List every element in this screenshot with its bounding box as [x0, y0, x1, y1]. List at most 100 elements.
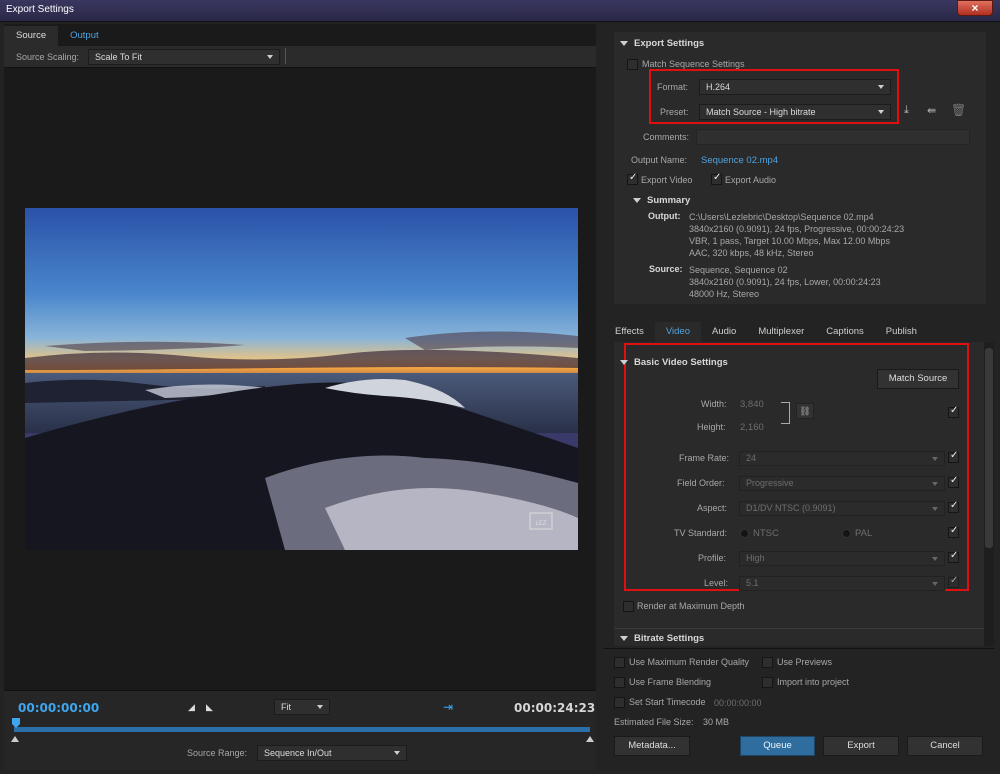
- field-order-checkbox[interactable]: [948, 475, 959, 488]
- match-sequence-checkbox[interactable]: [627, 59, 638, 70]
- collapse-triangle-icon: [620, 635, 628, 641]
- chevron-down-icon: [932, 557, 938, 561]
- watermark-text: LEZ: [535, 520, 546, 527]
- ntsc-radio[interactable]: [740, 529, 749, 538]
- frame-rate-checkbox[interactable]: [948, 450, 959, 463]
- aspect-value: D1/DV NTSC (0.9091): [746, 503, 836, 513]
- chevron-down-icon: [932, 507, 938, 511]
- export-audio-checkbox[interactable]: [711, 172, 722, 185]
- width-value[interactable]: 3,840: [740, 399, 764, 410]
- summary-source-line: Sequence, Sequence 02: [689, 265, 788, 275]
- settings-tabs: Effects Video Audio Multiplexer Captions Publ…: [604, 322, 928, 342]
- bitrate-settings-header[interactable]: Bitrate Settings: [620, 633, 704, 644]
- width-height-override-checkbox[interactable]: [948, 405, 959, 418]
- use-max-render-checkbox[interactable]: [614, 657, 625, 668]
- pal-radio[interactable]: [842, 529, 851, 538]
- chevron-down-icon: [267, 55, 273, 59]
- tab-multiplexer[interactable]: Multiplexer: [747, 322, 815, 342]
- tab-audio[interactable]: Audio: [701, 322, 747, 342]
- chevron-down-icon: [317, 705, 323, 709]
- format-select[interactable]: H.264: [699, 79, 891, 95]
- scrollbar-thumb[interactable]: [985, 348, 993, 548]
- tab-captions[interactable]: Captions: [815, 322, 875, 342]
- tab-effects[interactable]: Effects: [604, 322, 655, 342]
- chevron-down-icon: [932, 457, 938, 461]
- tab-output[interactable]: Output: [58, 26, 111, 46]
- profile-label: Profile:: [698, 553, 727, 563]
- level-select[interactable]: 5.1: [739, 576, 945, 591]
- cancel-button[interactable]: Cancel: [907, 736, 983, 756]
- height-value[interactable]: 2,160: [740, 422, 764, 433]
- profile-value: High: [746, 553, 765, 563]
- timeline-scrubber-track[interactable]: [14, 727, 590, 732]
- source-scaling-select[interactable]: Scale To Fit: [88, 49, 280, 65]
- basic-video-header[interactable]: Basic Video Settings: [620, 357, 728, 368]
- level-value: 5.1: [746, 578, 759, 588]
- estimated-size-value: 30 MB: [703, 717, 730, 727]
- source-range-select[interactable]: Sequence In/Out: [257, 745, 407, 761]
- tab-publish[interactable]: Publish: [875, 322, 928, 342]
- chevron-down-icon: [878, 85, 884, 89]
- in-point-marker[interactable]: [11, 736, 19, 742]
- close-button[interactable]: ×: [957, 0, 993, 16]
- fit-timeline-icon[interactable]: ⇥: [443, 700, 453, 714]
- export-button[interactable]: Export: [823, 736, 899, 756]
- queue-button[interactable]: Queue: [740, 736, 815, 756]
- level-label: Level:: [704, 578, 729, 588]
- save-preset-icon[interactable]: ⤓: [904, 104, 909, 117]
- use-previews-label: Use Previews: [777, 657, 833, 667]
- basic-video-header-label: Basic Video Settings: [634, 357, 728, 368]
- use-previews-checkbox[interactable]: [762, 657, 773, 668]
- import-preset-icon[interactable]: ⇚: [927, 104, 936, 117]
- use-frame-blending-checkbox[interactable]: [614, 677, 625, 688]
- frame-rate-label: Frame Rate:: [679, 453, 730, 463]
- collapse-triangle-icon: [620, 359, 628, 365]
- link-dimensions-icon[interactable]: ⛓: [796, 403, 814, 419]
- render-max-depth-checkbox[interactable]: [623, 601, 634, 612]
- import-into-project-checkbox[interactable]: [762, 677, 773, 688]
- format-label: Format:: [657, 82, 689, 92]
- divider: [604, 648, 994, 649]
- tab-video[interactable]: Video: [654, 322, 702, 342]
- metadata-button[interactable]: Metadata...: [614, 736, 690, 756]
- level-checkbox[interactable]: [948, 575, 959, 588]
- summary-header[interactable]: Summary: [633, 195, 690, 206]
- tab-source[interactable]: Source: [4, 26, 59, 46]
- out-point-marker[interactable]: [586, 736, 594, 742]
- title-bar: Export Settings: [0, 0, 1000, 22]
- field-order-select[interactable]: Progressive: [739, 476, 945, 491]
- comments-input[interactable]: [696, 129, 970, 145]
- set-start-timecode-checkbox[interactable]: [614, 697, 625, 708]
- export-video-checkbox[interactable]: [627, 172, 638, 185]
- width-label: Width:: [701, 399, 727, 409]
- summary-output-lines: C:\Users\Lezlebric\Desktop\Sequence 02.m…: [689, 211, 904, 259]
- profile-checkbox[interactable]: [948, 550, 959, 563]
- frame-rate-value: 24: [746, 453, 757, 463]
- tv-standard-checkbox[interactable]: [948, 525, 959, 538]
- render-max-depth-label: Render at Maximum Depth: [637, 601, 745, 611]
- export-settings-header-label: Export Settings: [634, 38, 705, 49]
- output-name-link[interactable]: Sequence 02.mp4: [701, 155, 778, 166]
- mark-in-icon[interactable]: ◢: [188, 702, 195, 713]
- start-timecode-value[interactable]: 00:00:00:00: [714, 698, 762, 708]
- delete-preset-icon[interactable]: 🗑: [951, 103, 966, 117]
- export-settings-header[interactable]: Export Settings: [620, 38, 704, 49]
- mark-out-icon[interactable]: ◣: [206, 702, 213, 713]
- profile-select[interactable]: High: [739, 551, 945, 566]
- frame-rate-select[interactable]: 24: [739, 451, 945, 466]
- end-timecode: 00:00:24:23: [514, 701, 596, 715]
- summary-output-label: Output:: [648, 211, 681, 221]
- summary-header-label: Summary: [647, 195, 691, 206]
- match-source-button[interactable]: Match Source: [877, 369, 959, 389]
- preset-select[interactable]: Match Source - High bitrate: [699, 104, 891, 120]
- zoom-select[interactable]: Fit: [274, 699, 330, 715]
- bitrate-settings-header-label: Bitrate Settings: [634, 633, 705, 644]
- aspect-select[interactable]: D1/DV NTSC (0.9091): [739, 501, 945, 516]
- current-timecode[interactable]: 00:00:00:00: [18, 701, 99, 715]
- window-title: Export Settings: [6, 4, 74, 15]
- chevron-down-icon: [932, 582, 938, 586]
- aspect-checkbox[interactable]: [948, 500, 959, 513]
- source-scaling-value: Scale To Fit: [95, 52, 142, 62]
- collapse-triangle-icon: [620, 40, 628, 46]
- match-sequence-label: Match Sequence Settings: [642, 59, 745, 69]
